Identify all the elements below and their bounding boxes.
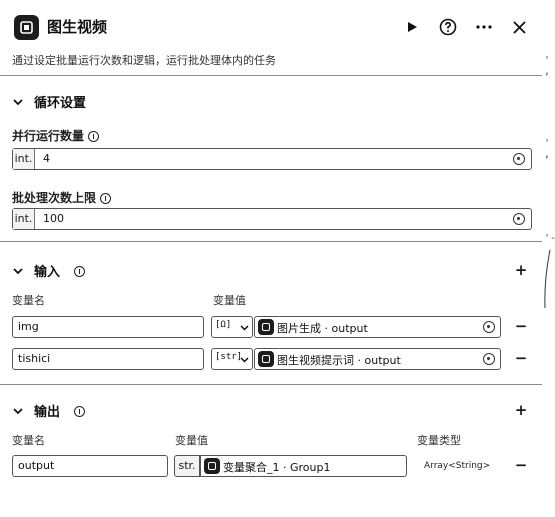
- output-var-type: Array<String>: [424, 461, 491, 471]
- batch-node-panel: 图生视频 通过设定批量运行次数和逻辑，运行批处理体内的任务 循环设置 并行运行数…: [0, 0, 542, 517]
- settings-icon[interactable]: [483, 353, 495, 365]
- node-icon: [14, 15, 39, 40]
- connector-curve: [544, 250, 551, 309]
- edge-mark: '-: [544, 233, 555, 244]
- edge-mark: ' ,: [544, 138, 551, 160]
- close-icon[interactable]: [507, 15, 531, 39]
- output-ref-value: 变量聚合_1 · Group1: [223, 461, 331, 474]
- canvas-edge: ' , ' , '-: [540, 0, 555, 517]
- input-type-select[interactable]: [Ω]: [211, 316, 253, 338]
- divider: [0, 384, 542, 385]
- batch-limit-input[interactable]: int. 100: [12, 208, 532, 230]
- input-ref-value: 图片生成 · output: [277, 322, 368, 335]
- output-name-value: output: [18, 459, 55, 472]
- input-type-select[interactable]: [str]: [211, 348, 253, 370]
- output-name-field[interactable]: output: [12, 455, 168, 477]
- add-input-button[interactable]: +: [514, 263, 528, 278]
- input-ref-field[interactable]: 图生视频提示词 · output: [254, 348, 501, 370]
- parallel-count-label: 并行运行数量: [12, 127, 100, 144]
- type-tag: int.: [13, 209, 35, 229]
- settings-icon[interactable]: [483, 321, 495, 333]
- output-value-header: 变量值: [175, 434, 208, 447]
- input-value-header: 变量值: [213, 294, 246, 307]
- outputs-title: 输出: [34, 405, 61, 420]
- outputs-header[interactable]: 输出: [12, 401, 86, 420]
- node-title: 图生视频: [47, 18, 108, 36]
- info-icon[interactable]: [100, 193, 112, 204]
- info-icon[interactable]: [88, 131, 100, 142]
- panel-header: 图生视频: [10, 13, 535, 43]
- input-name-value: img: [18, 320, 39, 333]
- stepper-icon[interactable]: [513, 213, 525, 225]
- chevron-down-icon: [240, 357, 249, 363]
- loop-settings-title: 循环设置: [34, 96, 87, 111]
- remove-input-button[interactable]: −: [514, 351, 528, 366]
- edge-mark: ' ,: [544, 55, 551, 77]
- type-tag: int.: [13, 149, 35, 169]
- stepper-icon[interactable]: [513, 153, 525, 165]
- input-name-field[interactable]: img: [12, 316, 204, 338]
- chevron-down-icon: [13, 267, 23, 274]
- batch-limit-value: 100: [43, 212, 64, 225]
- input-name-value: tishici: [18, 352, 51, 365]
- remove-input-button[interactable]: −: [514, 319, 528, 334]
- chevron-down-icon: [13, 98, 23, 105]
- output-ref-field[interactable]: 变量聚合_1 · Group1: [200, 455, 407, 477]
- input-ref-value: 图生视频提示词 · output: [277, 354, 401, 367]
- run-icon[interactable]: [400, 15, 424, 39]
- node-icon: [258, 351, 274, 367]
- batch-limit-label: 批处理次数上限: [12, 189, 112, 206]
- node-description: 通过设定批量运行次数和逻辑，运行批处理体内的任务: [12, 54, 276, 67]
- divider: [0, 75, 542, 76]
- chevron-down-icon: [240, 325, 249, 331]
- chevron-down-icon: [13, 407, 23, 414]
- output-name-header: 变量名: [12, 434, 45, 447]
- parallel-count-label-text: 并行运行数量: [12, 129, 85, 143]
- help-icon[interactable]: [436, 15, 460, 39]
- type-tag: [Ω]: [215, 320, 232, 330]
- input-ref-field[interactable]: 图片生成 · output: [254, 316, 501, 338]
- batch-limit-label-text: 批处理次数上限: [12, 191, 97, 205]
- inputs-header[interactable]: 输入: [12, 261, 86, 280]
- divider: [0, 241, 542, 242]
- inputs-title: 输入: [34, 265, 61, 280]
- type-tag: str.: [174, 455, 200, 477]
- info-icon[interactable]: [74, 266, 86, 277]
- loop-settings-header[interactable]: 循环设置: [12, 92, 86, 111]
- info-icon[interactable]: [74, 406, 86, 417]
- input-name-header: 变量名: [12, 294, 45, 307]
- node-icon: [258, 319, 274, 335]
- type-tag: [str]: [215, 352, 243, 362]
- more-icon[interactable]: [472, 15, 496, 39]
- input-name-field[interactable]: tishici: [12, 348, 204, 370]
- remove-output-button[interactable]: −: [514, 458, 528, 473]
- add-output-button[interactable]: +: [514, 403, 528, 418]
- node-icon: [204, 458, 220, 474]
- output-type-header: 变量类型: [417, 434, 461, 447]
- parallel-count-input[interactable]: int. 4: [12, 148, 532, 170]
- parallel-count-value: 4: [43, 152, 50, 165]
